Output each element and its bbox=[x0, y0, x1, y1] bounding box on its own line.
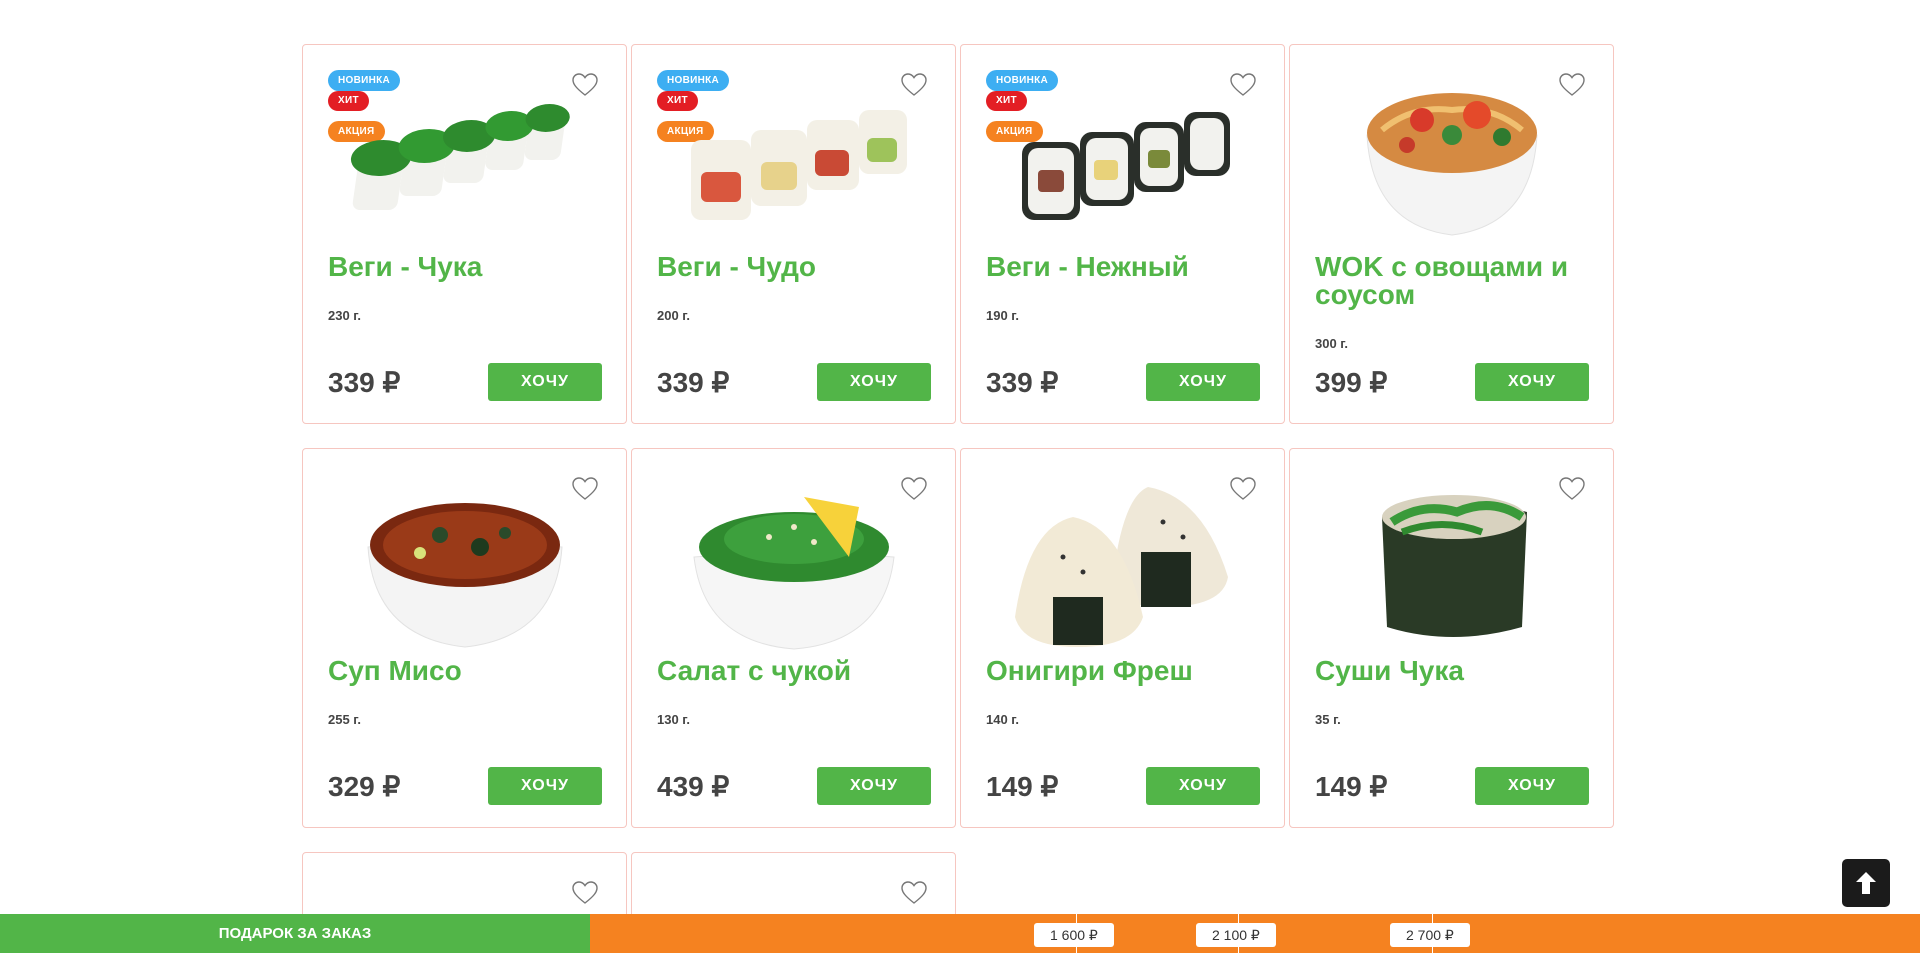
product-card[interactable]: WOK с овощами и соусом 300 г. 399 ₽ ХОЧУ bbox=[1289, 44, 1614, 424]
product-card[interactable]: Суп Мисо 255 г. 329 ₽ ХОЧУ bbox=[302, 448, 627, 828]
product-image[interactable] bbox=[303, 70, 626, 250]
product-image[interactable] bbox=[961, 474, 1284, 654]
product-weight: 190 г. bbox=[986, 308, 1020, 323]
product-card[interactable]: НОВИНКА ХИТ АКЦИЯ Веги - Чудо 200 г. 339… bbox=[631, 44, 956, 424]
want-button[interactable]: ХОЧУ bbox=[1475, 767, 1589, 805]
gift-tiers-track: 1 600 ₽ 2 100 ₽ 2 700 ₽ bbox=[590, 914, 1920, 953]
product-title[interactable]: Суши Чука 35 г. bbox=[1315, 657, 1593, 734]
product-name[interactable]: Суши Чука bbox=[1315, 655, 1464, 686]
product-image[interactable] bbox=[632, 70, 955, 250]
product-price: 149 ₽ bbox=[1315, 771, 1388, 802]
want-button[interactable]: ХОЧУ bbox=[1146, 767, 1260, 805]
arrow-up-icon bbox=[1856, 872, 1876, 894]
product-price: 339 ₽ bbox=[986, 367, 1059, 398]
product-image[interactable] bbox=[1290, 70, 1613, 250]
product-image[interactable] bbox=[632, 474, 955, 654]
tier-threshold: 2 700 ₽ bbox=[1390, 923, 1470, 947]
product-price: 399 ₽ bbox=[1315, 367, 1388, 398]
product-title[interactable]: Веги - Чука 230 г. bbox=[328, 253, 606, 330]
product-title[interactable]: Суп Мисо 255 г. bbox=[328, 657, 606, 734]
product-name[interactable]: Салат с чукой bbox=[657, 655, 851, 686]
want-button[interactable]: ХОЧУ bbox=[1146, 363, 1260, 401]
scroll-to-top-button[interactable] bbox=[1842, 859, 1890, 907]
product-card[interactable]: НОВИНКА ХИТ АКЦИЯ Веги - Нежный 190 г. 3… bbox=[960, 44, 1285, 424]
product-title[interactable]: Онигири Фреш 140 г. bbox=[986, 657, 1264, 734]
product-card[interactable]: Суши Чука 35 г. 149 ₽ ХОЧУ bbox=[1289, 448, 1614, 828]
product-price: 339 ₽ bbox=[657, 367, 730, 398]
product-grid: НОВИНКА ХИТ АКЦИЯ Веги - Чука 230 г. 339… bbox=[302, 44, 1616, 952]
want-button[interactable]: ХОЧУ bbox=[488, 363, 602, 401]
want-button[interactable]: ХОЧУ bbox=[817, 363, 931, 401]
product-price: 339 ₽ bbox=[328, 367, 401, 398]
product-weight: 255 г. bbox=[328, 712, 362, 727]
product-weight: 200 г. bbox=[657, 308, 691, 323]
product-price: 149 ₽ bbox=[986, 771, 1059, 802]
gift-progress-bar: ПОДАРОК ЗА ЗАКАЗ 1 600 ₽ 2 100 ₽ 2 700 ₽ bbox=[0, 914, 1920, 953]
want-button[interactable]: ХОЧУ bbox=[488, 767, 602, 805]
product-weight: 140 г. bbox=[986, 712, 1020, 727]
product-name[interactable]: WOK с овощами и соусом bbox=[1315, 251, 1568, 310]
product-name[interactable]: Веги - Нежный bbox=[986, 251, 1189, 282]
product-title[interactable]: Салат с чукой 130 г. bbox=[657, 657, 935, 734]
product-price: 439 ₽ bbox=[657, 771, 730, 802]
want-button[interactable]: ХОЧУ bbox=[817, 767, 931, 805]
product-price: 329 ₽ bbox=[328, 771, 401, 802]
heart-icon[interactable] bbox=[572, 881, 598, 905]
product-name[interactable]: Веги - Чудо bbox=[657, 251, 816, 282]
tier-threshold: 1 600 ₽ bbox=[1034, 923, 1114, 947]
tier-threshold: 2 100 ₽ bbox=[1196, 923, 1276, 947]
gift-label: ПОДАРОК ЗА ЗАКАЗ bbox=[0, 914, 590, 953]
product-title[interactable]: Веги - Нежный 190 г. bbox=[986, 253, 1264, 330]
product-weight: 230 г. bbox=[328, 308, 362, 323]
product-name[interactable]: Суп Мисо bbox=[328, 655, 462, 686]
product-card[interactable]: Онигири Фреш 140 г. 149 ₽ ХОЧУ bbox=[960, 448, 1285, 828]
product-weight: 300 г. bbox=[1315, 336, 1349, 351]
product-name[interactable]: Веги - Чука bbox=[328, 251, 482, 282]
product-weight: 130 г. bbox=[657, 712, 691, 727]
product-weight: 35 г. bbox=[1315, 712, 1341, 727]
product-image[interactable] bbox=[961, 70, 1284, 250]
product-image[interactable] bbox=[303, 474, 626, 654]
product-card[interactable]: Салат с чукой 130 г. 439 ₽ ХОЧУ bbox=[631, 448, 956, 828]
product-title[interactable]: WOK с овощами и соусом 300 г. bbox=[1315, 253, 1593, 358]
want-button[interactable]: ХОЧУ bbox=[1475, 363, 1589, 401]
product-card[interactable]: НОВИНКА ХИТ АКЦИЯ Веги - Чука 230 г. 339… bbox=[302, 44, 627, 424]
product-title[interactable]: Веги - Чудо 200 г. bbox=[657, 253, 935, 330]
heart-icon[interactable] bbox=[901, 881, 927, 905]
product-name[interactable]: Онигири Фреш bbox=[986, 655, 1193, 686]
product-image[interactable] bbox=[1290, 474, 1613, 654]
